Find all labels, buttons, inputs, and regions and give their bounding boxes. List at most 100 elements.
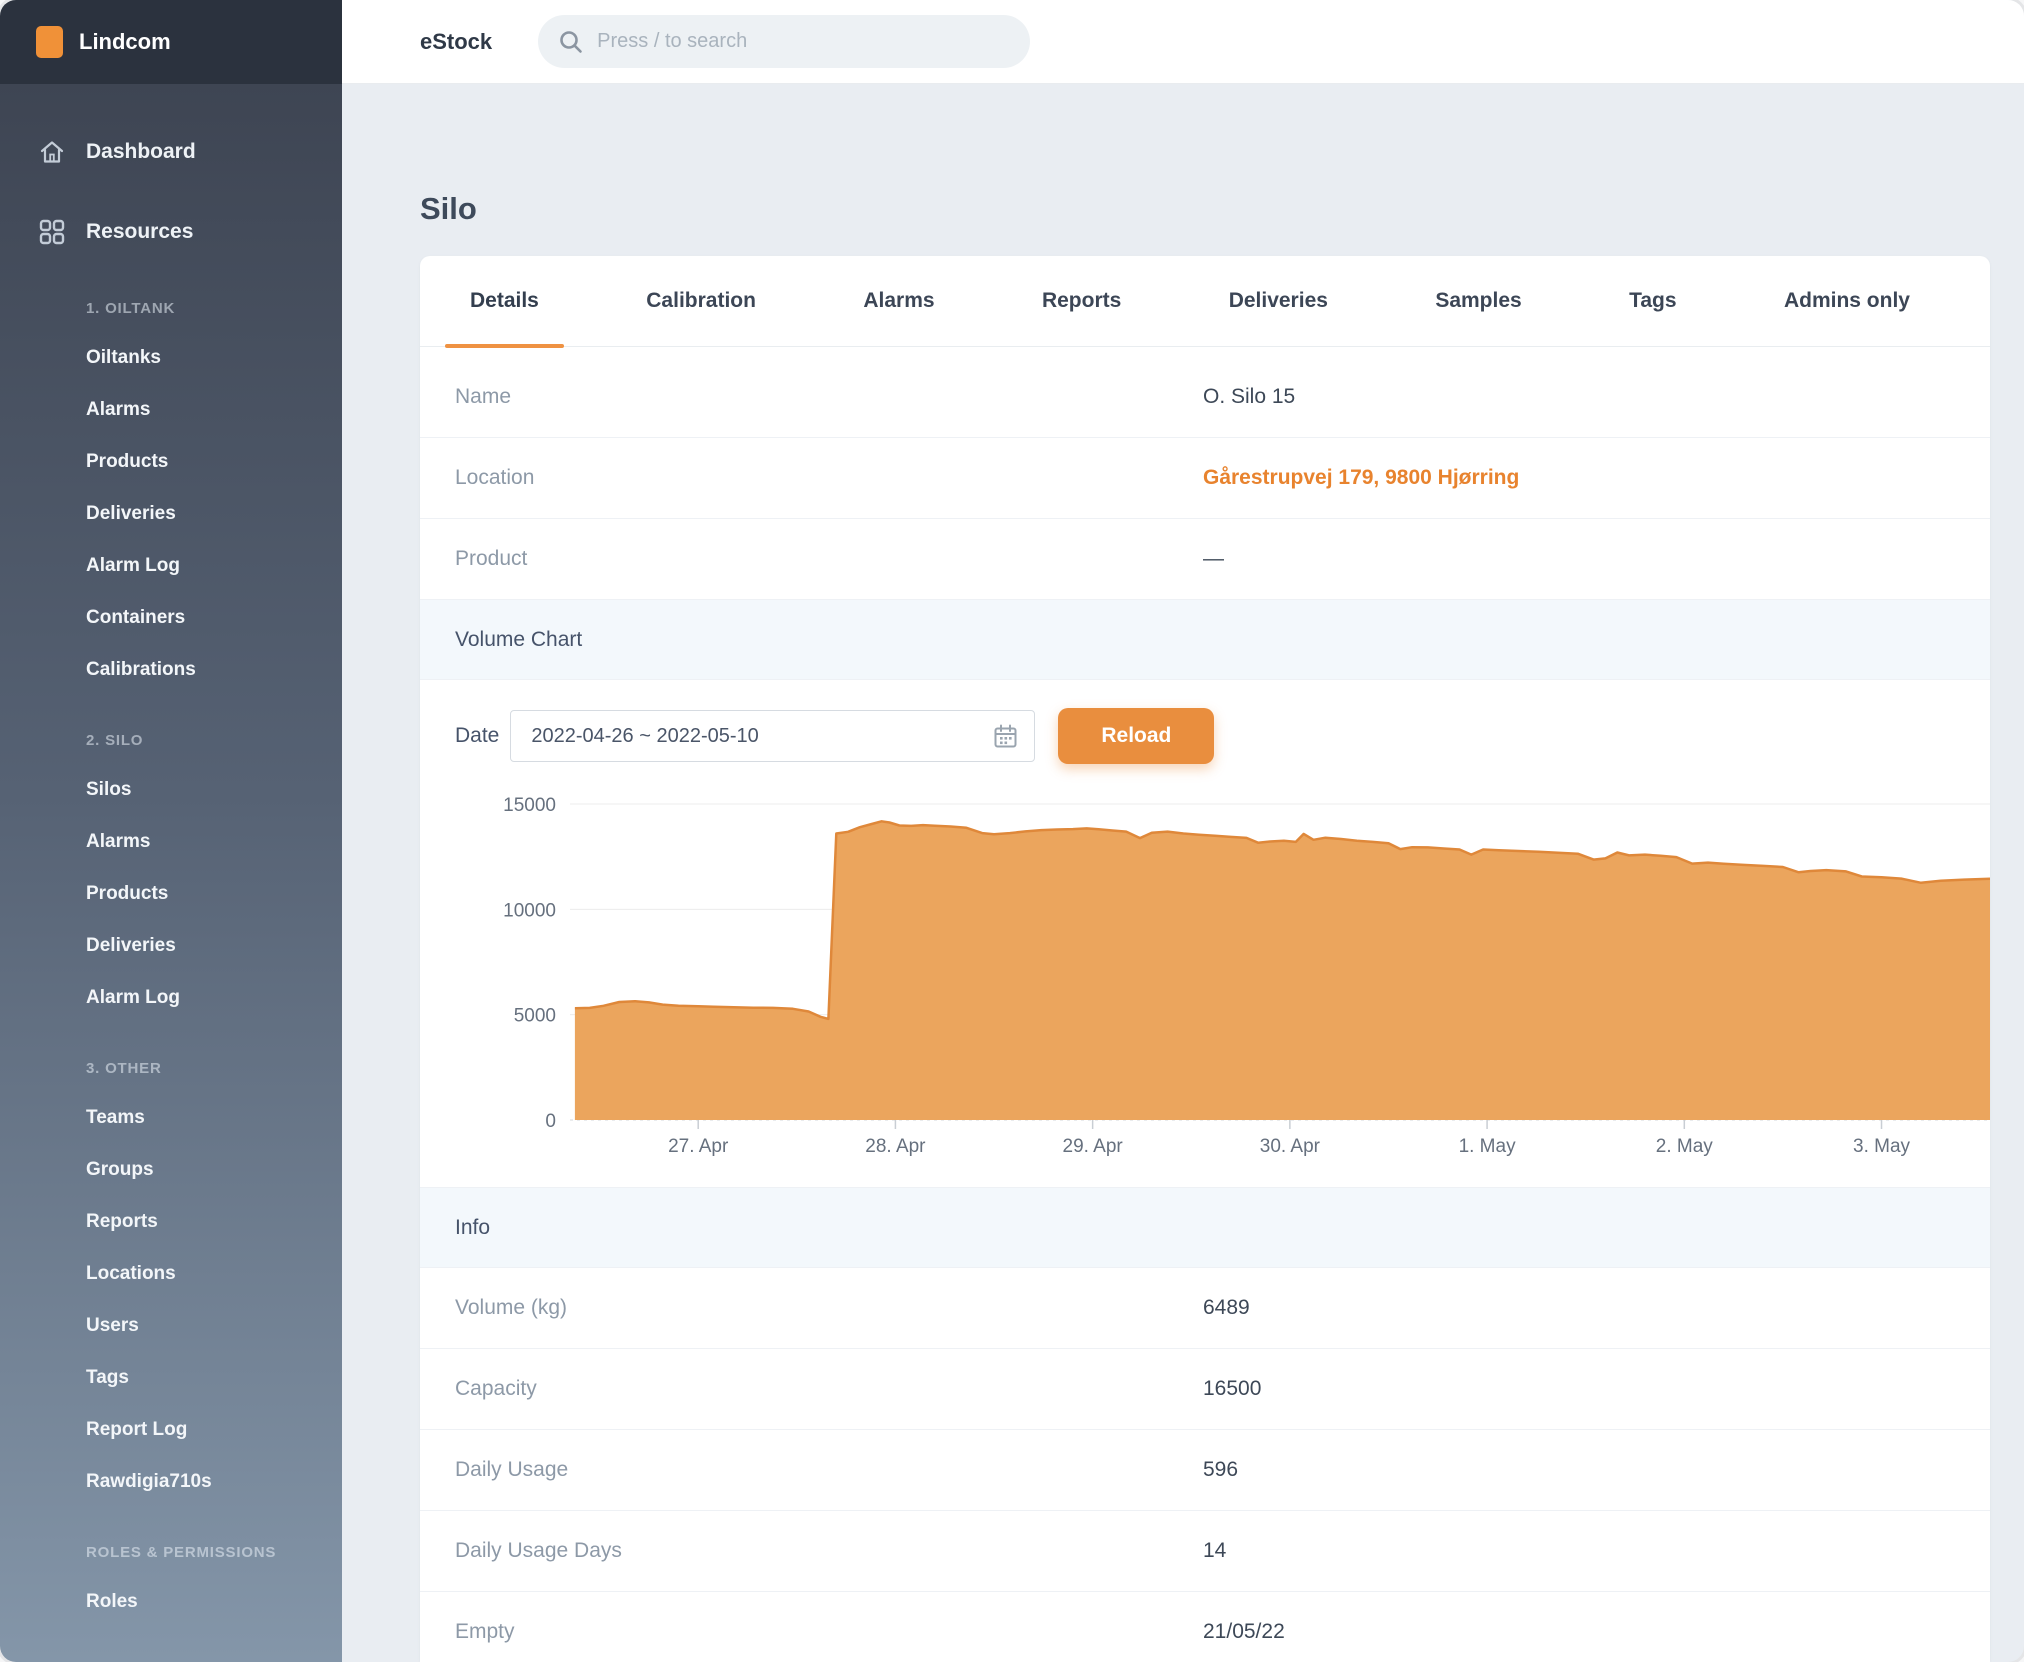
sidebar-item-alarms[interactable]: Alarms xyxy=(0,384,342,436)
sidebar-item-report-log[interactable]: Report Log xyxy=(0,1404,342,1456)
sidebar-item-tags[interactable]: Tags xyxy=(0,1352,342,1404)
sidebar-item-users[interactable]: Users xyxy=(0,1300,342,1352)
chart-tick-label: 10000 xyxy=(503,900,556,921)
field-row-daily-usage: Daily Usage596 xyxy=(420,1430,1990,1511)
brand-name: Lindcom xyxy=(79,29,171,55)
chart-tick-label: 0 xyxy=(545,1111,556,1132)
sidebar-section: 3. OTHERTeamsGroupsReportsLocationsUsers… xyxy=(0,1046,342,1508)
sidebar-section: ROLES & PERMISSIONSRoles xyxy=(0,1530,342,1628)
field-label: Location xyxy=(455,466,1203,490)
page-title: Silo xyxy=(420,189,1990,229)
app-name: eStock xyxy=(420,29,492,55)
calendar-icon[interactable] xyxy=(992,723,1019,750)
field-label: Volume (kg) xyxy=(455,1296,1203,1320)
chart-tick-label: 28. Apr xyxy=(865,1136,926,1157)
app-window: Lindcom eStock Press / to search Dashboa… xyxy=(0,0,2024,1662)
sidebar-section-title: ROLES & PERMISSIONS xyxy=(0,1530,342,1576)
volume-chart-block: Date 2022-04-26 ~ 2022-05-10 xyxy=(420,680,1990,1188)
field-row-product: Product— xyxy=(420,519,1990,600)
sidebar-item-products[interactable]: Products xyxy=(0,436,342,488)
sidebar-item-resources[interactable]: Resources xyxy=(0,200,342,264)
sidebar-item-deliveries[interactable]: Deliveries xyxy=(0,920,342,972)
field-label: Capacity xyxy=(455,1377,1203,1401)
sidebar-item-alarms[interactable]: Alarms xyxy=(0,816,342,868)
sidebar-item-alarm-log[interactable]: Alarm Log xyxy=(0,540,342,592)
chart-tick-label: 15000 xyxy=(503,795,556,816)
tab-bar: Details Calibration Alarms Reports Deliverie… xyxy=(420,256,1990,347)
date-range-input[interactable]: 2022-04-26 ~ 2022-05-10 xyxy=(510,710,1035,762)
field-value: O. Silo 15 xyxy=(1203,385,1295,409)
search-box[interactable]: Press / to search xyxy=(538,15,1030,68)
tab-deliveries[interactable]: Deliveries xyxy=(1204,256,1353,346)
sidebar-item-calibrations[interactable]: Calibrations xyxy=(0,644,342,696)
chart-tick-label: 3. May xyxy=(1853,1136,1911,1157)
sidebar-item-locations[interactable]: Locations xyxy=(0,1248,342,1300)
volume-chart-section-header: Volume Chart xyxy=(420,600,1990,680)
sidebar-item-dashboard[interactable]: Dashboard xyxy=(0,120,342,184)
field-value: 596 xyxy=(1203,1458,1238,1482)
chart-tick-label: 29. Apr xyxy=(1063,1136,1124,1157)
volume-chart-section-title: Volume Chart xyxy=(455,628,582,652)
chart-tick-label: 5000 xyxy=(514,1006,556,1027)
header-main: eStock Press / to search xyxy=(342,0,2024,84)
sidebar-section-title: 3. OTHER xyxy=(0,1046,342,1092)
field-value: 21/05/22 xyxy=(1203,1620,1285,1644)
tab-details[interactable]: Details xyxy=(445,256,564,346)
sidebar-item-oiltanks[interactable]: Oiltanks xyxy=(0,332,342,384)
field-row-capacity: Capacity16500 xyxy=(420,1349,1990,1430)
tab-tags[interactable]: Tags xyxy=(1604,256,1701,346)
tab-alarms[interactable]: Alarms xyxy=(838,256,959,346)
field-row-location: LocationGårestrupvej 179, 9800 Hjørring xyxy=(420,438,1990,519)
field-value: 14 xyxy=(1203,1539,1226,1563)
info-rows: Volume (kg)6489Capacity16500Daily Usage5… xyxy=(420,1268,1990,1662)
sidebar-item-roles[interactable]: Roles xyxy=(0,1576,342,1628)
home-icon xyxy=(38,138,66,166)
tab-calibration[interactable]: Calibration xyxy=(621,256,781,346)
sidebar-item-rawdigia710s[interactable]: Rawdigia710s xyxy=(0,1456,342,1508)
main-panel: Silo Details Calibration Alarms Reports Deli… xyxy=(342,84,2024,1662)
brand[interactable]: Lindcom xyxy=(0,0,342,84)
field-row-empty: Empty21/05/22 xyxy=(420,1592,1990,1662)
chart-tick-label: 2. May xyxy=(1656,1136,1714,1157)
field-row-daily-usage-days: Daily Usage Days14 xyxy=(420,1511,1990,1592)
sidebar-item-teams[interactable]: Teams xyxy=(0,1092,342,1144)
sidebar-item-containers[interactable]: Containers xyxy=(0,592,342,644)
tab-samples[interactable]: Samples xyxy=(1410,256,1546,346)
content-area: Dashboard Resources 1. OILTANKOiltanksAlar… xyxy=(0,84,2024,1662)
sidebar-item-alarm-log[interactable]: Alarm Log xyxy=(0,972,342,1024)
field-value-link[interactable]: Gårestrupvej 179, 9800 Hjørring xyxy=(1203,466,1519,490)
date-label: Date xyxy=(455,724,499,748)
chart-tick-label: 1. May xyxy=(1459,1136,1517,1157)
field-label: Name xyxy=(455,385,1203,409)
sidebar-item-silos[interactable]: Silos xyxy=(0,764,342,816)
field-label: Daily Usage xyxy=(455,1458,1203,1482)
field-row-name: NameO. Silo 15 xyxy=(420,357,1990,438)
detail-rows: NameO. Silo 15LocationGårestrupvej 179, … xyxy=(420,347,1990,600)
info-section-header: Info xyxy=(420,1188,1990,1268)
sidebar: Dashboard Resources 1. OILTANKOiltanksAlar… xyxy=(0,84,342,1662)
sidebar-item-groups[interactable]: Groups xyxy=(0,1144,342,1196)
chart-tick-label: 30. Apr xyxy=(1260,1136,1321,1157)
date-row: Date 2022-04-26 ~ 2022-05-10 xyxy=(420,680,1990,764)
search-placeholder: Press / to search xyxy=(597,30,747,53)
sidebar-item-products[interactable]: Products xyxy=(0,868,342,920)
date-range-value: 2022-04-26 ~ 2022-05-10 xyxy=(531,725,758,748)
silo-detail-card: Details Calibration Alarms Reports Deliverie… xyxy=(420,256,1990,1662)
volume-area-chart[interactable]: 0 5000 10000 15000 27. Apr 28. Apr 29. Apr 30. … xyxy=(420,788,1990,1160)
top-bar: Lindcom eStock Press / to search xyxy=(0,0,2024,84)
tab-reports[interactable]: Reports xyxy=(1017,256,1146,346)
sidebar-item-reports[interactable]: Reports xyxy=(0,1196,342,1248)
sidebar-item-deliveries[interactable]: Deliveries xyxy=(0,488,342,540)
reload-button[interactable]: Reload xyxy=(1058,708,1214,764)
field-value: 16500 xyxy=(1203,1377,1261,1401)
field-value: 6489 xyxy=(1203,1296,1250,1320)
grid-icon xyxy=(38,218,66,246)
info-section-title: Info xyxy=(455,1216,490,1240)
lindcom-logo-icon xyxy=(36,26,63,58)
chart-tick-label: 27. Apr xyxy=(668,1136,729,1157)
field-label: Daily Usage Days xyxy=(455,1539,1203,1563)
sidebar-section: 1. OILTANKOiltanksAlarmsProductsDeliveri… xyxy=(0,286,342,696)
sidebar-section-title: 2. SILO xyxy=(0,718,342,764)
tab-admins-only[interactable]: Admins only xyxy=(1759,256,1935,346)
volume-chart-svg: 0 5000 10000 15000 27. Apr 28. Apr 29. Apr 30. … xyxy=(420,788,1990,1160)
